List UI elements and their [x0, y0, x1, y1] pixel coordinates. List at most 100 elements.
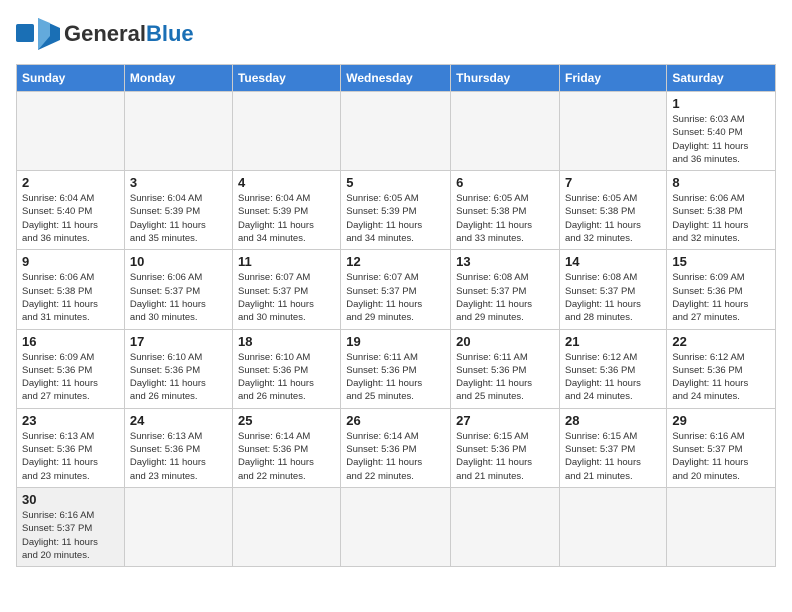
calendar-cell: 16Sunrise: 6:09 AM Sunset: 5:36 PM Dayli…	[17, 329, 125, 408]
day-info: Sunrise: 6:04 AM Sunset: 5:39 PM Dayligh…	[130, 192, 227, 245]
calendar-cell	[451, 92, 560, 171]
day-number: 23	[22, 413, 119, 428]
day-info: Sunrise: 6:11 AM Sunset: 5:36 PM Dayligh…	[346, 351, 445, 404]
day-info: Sunrise: 6:08 AM Sunset: 5:37 PM Dayligh…	[565, 271, 661, 324]
calendar-cell: 20Sunrise: 6:11 AM Sunset: 5:36 PM Dayli…	[451, 329, 560, 408]
day-number: 14	[565, 254, 661, 269]
calendar-cell: 1 Sunrise: 6:03 AM Sunset: 5:40 PM Daylig…	[667, 92, 776, 171]
day-number: 22	[672, 334, 770, 349]
calendar-cell: 25Sunrise: 6:14 AM Sunset: 5:36 PM Dayli…	[232, 408, 340, 487]
day-number: 5	[346, 175, 445, 190]
day-info: Sunrise: 6:09 AM Sunset: 5:36 PM Dayligh…	[672, 271, 770, 324]
calendar-cell: 12 Sunrise: 6:07 AM Sunset: 5:37 PM Dayli…	[341, 250, 451, 329]
day-number: 15	[672, 254, 770, 269]
calendar-cell: 26 Sunrise: 6:14 AM Sunset: 5:36 PM Dayli…	[341, 408, 451, 487]
calendar-cell	[560, 487, 667, 566]
day-number: 10	[130, 254, 227, 269]
day-number: 21	[565, 334, 661, 349]
calendar-cell: 23Sunrise: 6:13 AM Sunset: 5:36 PM Dayli…	[17, 408, 125, 487]
day-number: 26	[346, 413, 445, 428]
calendar-cell: 2 Sunrise: 6:04 AM Sunset: 5:40 PM Daylig…	[17, 171, 125, 250]
calendar-cell	[232, 487, 340, 566]
day-info: Sunrise: 6:06 AM Sunset: 5:38 PM Dayligh…	[672, 192, 770, 245]
calendar-cell: 24 Sunrise: 6:13 AM Sunset: 5:36 PM Dayli…	[124, 408, 232, 487]
day-number: 4	[238, 175, 335, 190]
day-number: 7	[565, 175, 661, 190]
day-info: Sunrise: 6:14 AM Sunset: 5:36 PM Dayligh…	[346, 430, 445, 483]
day-info: Sunrise: 6:11 AM Sunset: 5:36 PM Dayligh…	[456, 351, 554, 404]
day-number: 9	[22, 254, 119, 269]
day-info: Sunrise: 6:12 AM Sunset: 5:36 PM Dayligh…	[565, 351, 661, 404]
calendar-cell	[341, 487, 451, 566]
day-info: Sunrise: 6:10 AM Sunset: 5:36 PM Dayligh…	[238, 351, 335, 404]
calendar-table: SundayMondayTuesdayWednesdayThursdayFrid…	[16, 64, 776, 567]
day-number: 29	[672, 413, 770, 428]
calendar-cell: 10 Sunrise: 6:06 AM Sunset: 5:37 PM Dayli…	[124, 250, 232, 329]
day-info: Sunrise: 6:14 AM Sunset: 5:36 PM Dayligh…	[238, 430, 335, 483]
calendar-cell: 18 Sunrise: 6:10 AM Sunset: 5:36 PM Dayli…	[232, 329, 340, 408]
weekday-header-sunday: Sunday	[17, 65, 125, 92]
day-number: 6	[456, 175, 554, 190]
weekday-header-monday: Monday	[124, 65, 232, 92]
calendar-cell: 14 Sunrise: 6:08 AM Sunset: 5:37 PM Dayli…	[560, 250, 667, 329]
day-number: 8	[672, 175, 770, 190]
day-number: 16	[22, 334, 119, 349]
calendar-cell: 22 Sunrise: 6:12 AM Sunset: 5:36 PM Dayli…	[667, 329, 776, 408]
day-info: Sunrise: 6:07 AM Sunset: 5:37 PM Dayligh…	[346, 271, 445, 324]
calendar-cell: 27 Sunrise: 6:15 AM Sunset: 5:36 PM Dayli…	[451, 408, 560, 487]
day-number: 17	[130, 334, 227, 349]
weekday-header-wednesday: Wednesday	[341, 65, 451, 92]
day-number: 12	[346, 254, 445, 269]
day-number: 3	[130, 175, 227, 190]
day-info: Sunrise: 6:15 AM Sunset: 5:37 PM Dayligh…	[565, 430, 661, 483]
calendar-cell: 15 Sunrise: 6:09 AM Sunset: 5:36 PM Dayli…	[667, 250, 776, 329]
day-info: Sunrise: 6:07 AM Sunset: 5:37 PM Dayligh…	[238, 271, 335, 324]
calendar-cell	[341, 92, 451, 171]
calendar-cell	[17, 92, 125, 171]
day-number: 1	[672, 96, 770, 111]
logo-text: GeneralBlue	[64, 21, 194, 46]
weekday-header-tuesday: Tuesday	[232, 65, 340, 92]
day-info: Sunrise: 6:06 AM Sunset: 5:38 PM Dayligh…	[22, 271, 119, 324]
day-info: Sunrise: 6:05 AM Sunset: 5:39 PM Dayligh…	[346, 192, 445, 245]
day-number: 24	[130, 413, 227, 428]
day-number: 2	[22, 175, 119, 190]
day-number: 18	[238, 334, 335, 349]
calendar-cell: 4Sunrise: 6:04 AM Sunset: 5:39 PM Daylig…	[232, 171, 340, 250]
calendar-cell: 11 Sunrise: 6:07 AM Sunset: 5:37 PM Dayli…	[232, 250, 340, 329]
logo-icon	[16, 16, 60, 52]
calendar-cell	[124, 92, 232, 171]
day-info: Sunrise: 6:13 AM Sunset: 5:36 PM Dayligh…	[130, 430, 227, 483]
calendar-cell	[232, 92, 340, 171]
calendar-cell: 30 Sunrise: 6:16 AM Sunset: 5:37 PM Dayli…	[17, 487, 125, 566]
day-number: 27	[456, 413, 554, 428]
day-info: Sunrise: 6:16 AM Sunset: 5:37 PM Dayligh…	[22, 509, 119, 562]
calendar-cell: 17Sunrise: 6:10 AM Sunset: 5:36 PM Dayli…	[124, 329, 232, 408]
calendar-cell	[667, 487, 776, 566]
weekday-header-thursday: Thursday	[451, 65, 560, 92]
day-number: 13	[456, 254, 554, 269]
day-info: Sunrise: 6:05 AM Sunset: 5:38 PM Dayligh…	[456, 192, 554, 245]
calendar-cell: 28 Sunrise: 6:15 AM Sunset: 5:37 PM Dayli…	[560, 408, 667, 487]
calendar-cell	[560, 92, 667, 171]
day-info: Sunrise: 6:12 AM Sunset: 5:36 PM Dayligh…	[672, 351, 770, 404]
day-number: 11	[238, 254, 335, 269]
calendar-cell	[124, 487, 232, 566]
day-info: Sunrise: 6:15 AM Sunset: 5:36 PM Dayligh…	[456, 430, 554, 483]
page-header: GeneralBlue	[16, 16, 776, 52]
day-info: Sunrise: 6:03 AM Sunset: 5:40 PM Dayligh…	[672, 113, 770, 166]
calendar-cell	[451, 487, 560, 566]
day-number: 19	[346, 334, 445, 349]
day-info: Sunrise: 6:06 AM Sunset: 5:37 PM Dayligh…	[130, 271, 227, 324]
calendar-cell: 13Sunrise: 6:08 AM Sunset: 5:37 PM Dayli…	[451, 250, 560, 329]
day-number: 28	[565, 413, 661, 428]
calendar-cell: 21 Sunrise: 6:12 AM Sunset: 5:36 PM Dayli…	[560, 329, 667, 408]
calendar-cell: 19 Sunrise: 6:11 AM Sunset: 5:36 PM Dayli…	[341, 329, 451, 408]
day-info: Sunrise: 6:05 AM Sunset: 5:38 PM Dayligh…	[565, 192, 661, 245]
day-number: 30	[22, 492, 119, 507]
calendar-cell: 9 Sunrise: 6:06 AM Sunset: 5:38 PM Daylig…	[17, 250, 125, 329]
day-info: Sunrise: 6:04 AM Sunset: 5:40 PM Dayligh…	[22, 192, 119, 245]
calendar-cell: 7 Sunrise: 6:05 AM Sunset: 5:38 PM Daylig…	[560, 171, 667, 250]
calendar-cell: 8 Sunrise: 6:06 AM Sunset: 5:38 PM Daylig…	[667, 171, 776, 250]
weekday-header-saturday: Saturday	[667, 65, 776, 92]
